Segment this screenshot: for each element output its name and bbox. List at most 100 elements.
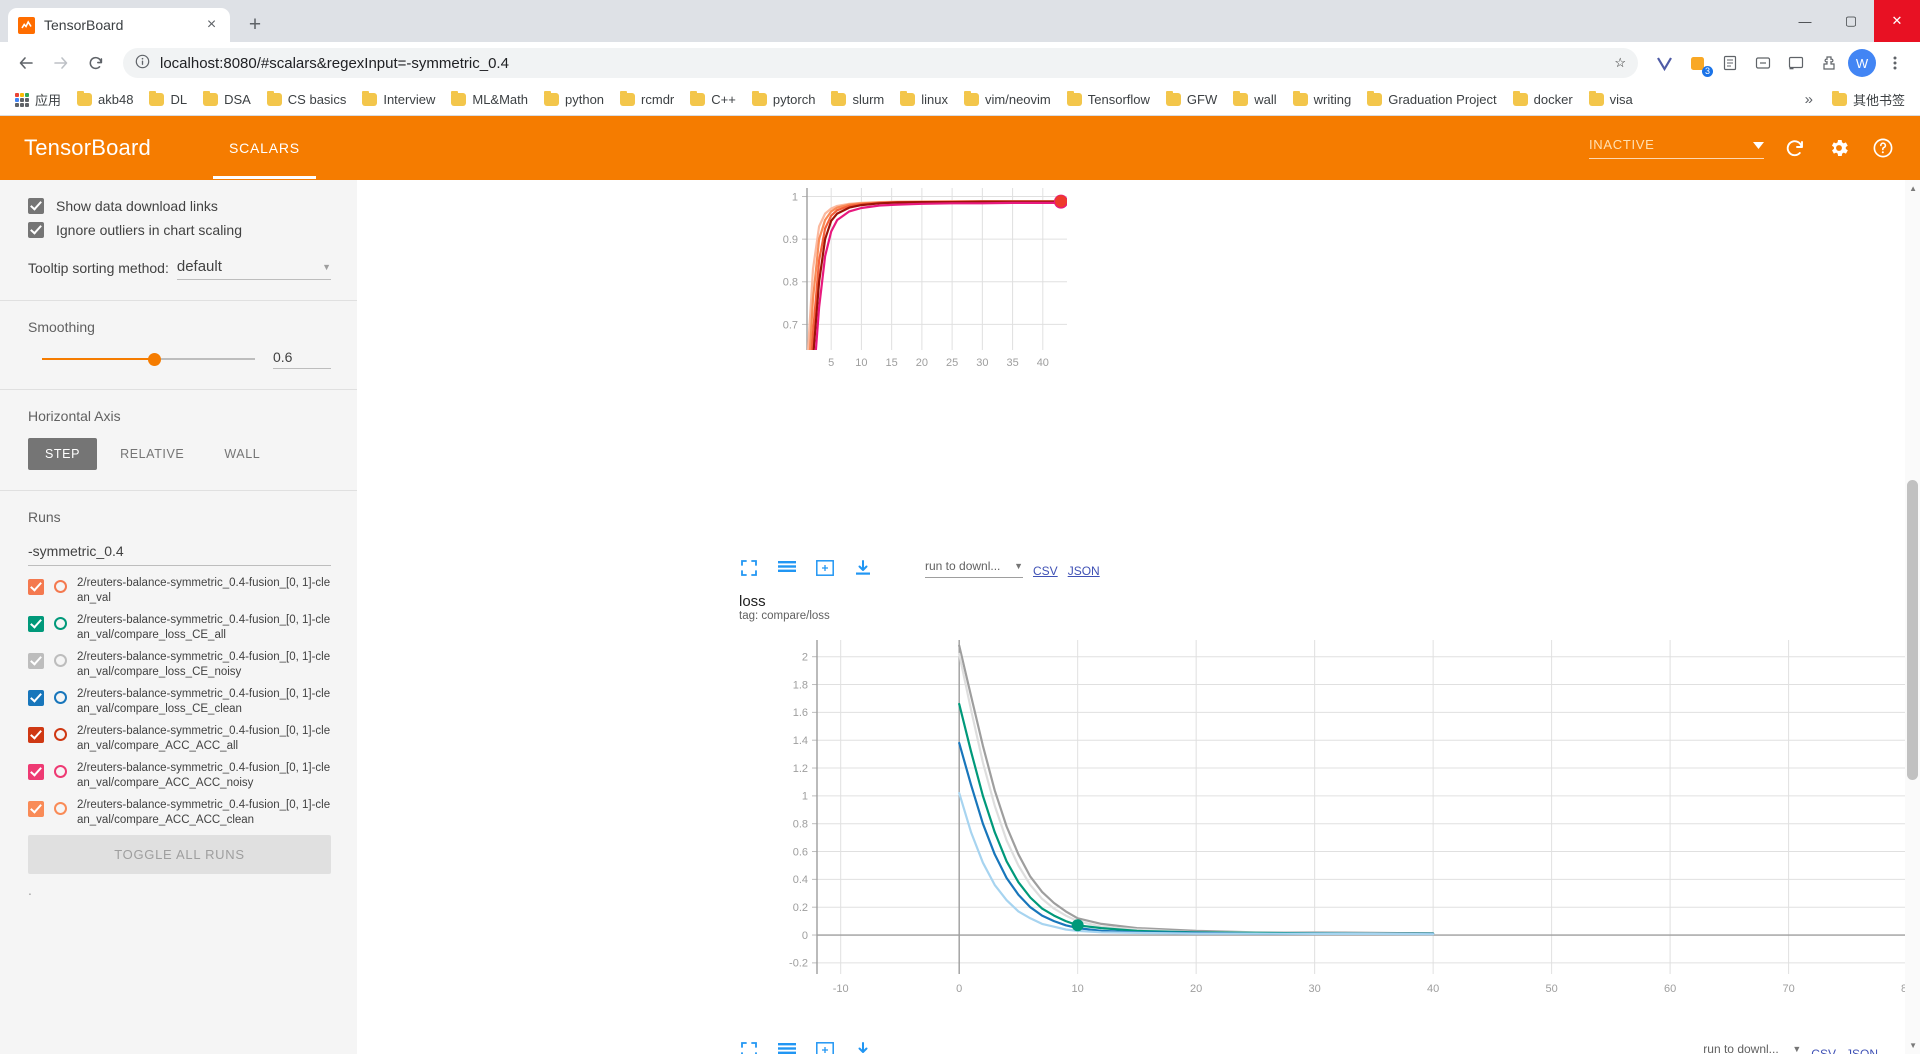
- download-csv-link[interactable]: CSV: [1033, 564, 1058, 578]
- extension-badge-icon[interactable]: 3: [1682, 48, 1713, 78]
- data-table-icon[interactable]: [777, 1040, 797, 1054]
- run-checkbox[interactable]: [28, 579, 44, 595]
- checkbox-ignore-outliers[interactable]: Ignore outliers in chart scaling: [28, 222, 331, 238]
- bookmark-item[interactable]: vim/neovim: [957, 88, 1058, 111]
- address-bar[interactable]: localhost:8080/#scalars&regexInput=-symm…: [123, 48, 1638, 78]
- bookmark-item[interactable]: slurm: [824, 88, 891, 111]
- gear-icon[interactable]: [1826, 135, 1852, 161]
- slider-knob[interactable]: [148, 352, 161, 366]
- run-color-circle[interactable]: [54, 580, 67, 593]
- tab-scalars[interactable]: SCALARS: [212, 118, 316, 179]
- scroll-down-icon[interactable]: ▼: [1909, 1041, 1917, 1050]
- runs-filter-input[interactable]: -symmetric_0.4: [28, 539, 331, 566]
- bookmark-item[interactable]: wall: [1226, 88, 1283, 111]
- bookmark-item[interactable]: DSA: [196, 88, 258, 111]
- reader-icon[interactable]: [1715, 48, 1745, 78]
- help-icon[interactable]: [1870, 135, 1896, 161]
- run-color-circle[interactable]: [54, 691, 67, 704]
- loss-chart[interactable]: -100102030405060708090100-0.200.20.40.60…: [777, 630, 1920, 1030]
- bookmark-item[interactable]: visa: [1582, 88, 1640, 111]
- bookmark-item[interactable]: pytorch: [745, 88, 823, 111]
- download-csv-link[interactable]: CSV: [1811, 1047, 1836, 1054]
- new-tab-button[interactable]: +: [240, 10, 270, 40]
- main-scrollbar[interactable]: ▲ ▼: [1905, 180, 1920, 1054]
- puzzle-icon[interactable]: [1814, 48, 1844, 78]
- download-run-select[interactable]: run to downl... ▼: [1703, 1042, 1801, 1054]
- menu-icon[interactable]: [1880, 48, 1910, 78]
- download-json-link[interactable]: JSON: [1068, 564, 1100, 578]
- vimium-icon[interactable]: [1649, 48, 1679, 78]
- bookmark-item[interactable]: Graduation Project: [1360, 88, 1503, 111]
- run-checkbox[interactable]: [28, 616, 44, 632]
- other-bookmarks[interactable]: 其他书签: [1825, 86, 1912, 113]
- toggle-all-runs-button[interactable]: TOGGLE ALL RUNS: [28, 835, 331, 874]
- bookmark-item[interactable]: rcmdr: [613, 88, 681, 111]
- axis-option-step[interactable]: STEP: [28, 438, 98, 470]
- run-checkbox[interactable]: [28, 653, 44, 669]
- scroll-up-icon[interactable]: ▲: [1909, 184, 1917, 193]
- tensorboard-logo[interactable]: TensorBoard: [24, 135, 151, 161]
- bookmarks-overflow-icon[interactable]: »: [1795, 91, 1823, 108]
- tooltip-sorting-select[interactable]: default ▼: [176, 258, 331, 280]
- checkbox-show-download-links[interactable]: Show data download links: [28, 198, 331, 214]
- download-icon[interactable]: [853, 1040, 873, 1054]
- run-checkbox[interactable]: [28, 690, 44, 706]
- status-select[interactable]: INACTIVE: [1589, 137, 1764, 159]
- refresh-icon[interactable]: [1782, 135, 1808, 161]
- bookmark-item[interactable]: akb48: [70, 88, 140, 111]
- avatar[interactable]: W: [1847, 48, 1877, 78]
- run-color-circle[interactable]: [54, 728, 67, 741]
- run-item[interactable]: 2/reuters-balance-symmetric_0.4-fusion_[…: [28, 613, 331, 643]
- run-color-circle[interactable]: [54, 617, 67, 630]
- close-window-icon[interactable]: ✕: [1874, 0, 1920, 42]
- run-color-circle[interactable]: [54, 765, 67, 778]
- minimize-icon[interactable]: —: [1782, 0, 1828, 42]
- run-item[interactable]: 2/reuters-balance-symmetric_0.4-fusion_[…: [28, 724, 331, 754]
- download-icon[interactable]: [853, 558, 873, 578]
- smoothing-value[interactable]: 0.6: [273, 349, 331, 369]
- fit-domain-icon[interactable]: [815, 558, 835, 578]
- run-item[interactable]: 2/reuters-balance-symmetric_0.4-fusion_[…: [28, 798, 331, 828]
- bookmark-item[interactable]: GFW: [1159, 88, 1224, 111]
- run-item[interactable]: 2/reuters-balance-symmetric_0.4-fusion_[…: [28, 761, 331, 791]
- close-icon[interactable]: ×: [203, 16, 220, 34]
- smoothing-slider[interactable]: [28, 352, 255, 366]
- bookmark-star-icon[interactable]: ☆: [1614, 55, 1626, 71]
- bookmark-item[interactable]: ML&Math: [444, 88, 535, 111]
- fullscreen-icon[interactable]: [739, 1040, 759, 1054]
- bookmark-item[interactable]: writing: [1286, 88, 1359, 111]
- browser-tab[interactable]: TensorBoard ×: [8, 8, 230, 42]
- bookmark-item[interactable]: python: [537, 88, 611, 111]
- bookmark-apps[interactable]: 应用: [8, 86, 68, 113]
- run-item[interactable]: 2/reuters-balance-symmetric_0.4-fusion_[…: [28, 576, 331, 606]
- forward-icon[interactable]: [45, 47, 77, 79]
- reload-icon[interactable]: [80, 47, 112, 79]
- data-table-icon[interactable]: [777, 558, 797, 578]
- bookmark-item[interactable]: linux: [893, 88, 955, 111]
- bookmark-item[interactable]: docker: [1506, 88, 1580, 111]
- fit-domain-icon[interactable]: [815, 1040, 835, 1054]
- capture-icon[interactable]: [1748, 48, 1778, 78]
- scrollbar-thumb[interactable]: [1907, 480, 1918, 780]
- download-run-select[interactable]: run to downl... ▼: [925, 559, 1023, 578]
- run-item[interactable]: 2/reuters-balance-symmetric_0.4-fusion_[…: [28, 650, 331, 680]
- info-icon[interactable]: [135, 54, 150, 72]
- cast-icon[interactable]: [1781, 48, 1811, 78]
- bookmark-item[interactable]: DL: [142, 88, 194, 111]
- bookmark-item[interactable]: Interview: [355, 88, 442, 111]
- bookmark-item[interactable]: Tensorflow: [1060, 88, 1157, 111]
- axis-option-wall[interactable]: WALL: [207, 438, 277, 470]
- axis-option-relative[interactable]: RELATIVE: [103, 438, 201, 470]
- run-checkbox[interactable]: [28, 727, 44, 743]
- bookmark-item[interactable]: C++: [683, 88, 743, 111]
- download-json-link[interactable]: JSON: [1846, 1047, 1878, 1054]
- run-item[interactable]: 2/reuters-balance-symmetric_0.4-fusion_[…: [28, 687, 331, 717]
- run-color-circle[interactable]: [54, 802, 67, 815]
- fullscreen-icon[interactable]: [739, 558, 759, 578]
- maximize-icon[interactable]: ▢: [1828, 0, 1874, 42]
- back-icon[interactable]: [10, 47, 42, 79]
- run-color-circle[interactable]: [54, 654, 67, 667]
- accuracy-chart[interactable]: 5 10 15 20 25 30 35 40 0.7 0.8 0.9 1: [775, 180, 1075, 380]
- run-checkbox[interactable]: [28, 764, 44, 780]
- run-checkbox[interactable]: [28, 801, 44, 817]
